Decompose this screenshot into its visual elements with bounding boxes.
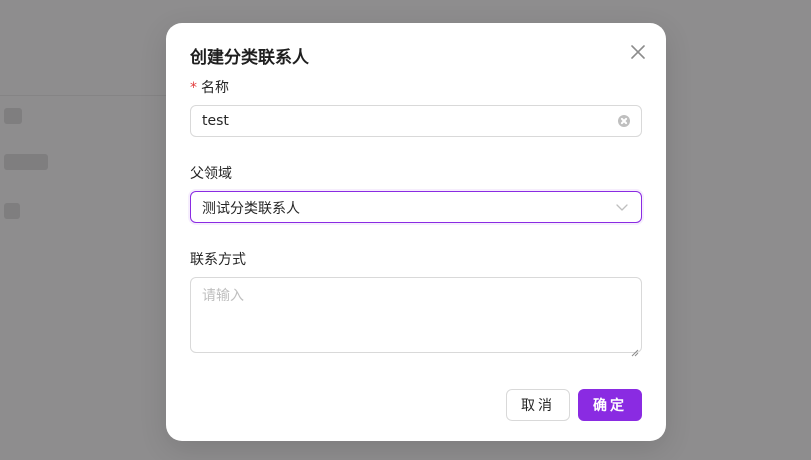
confirm-button[interactable]: 确定 bbox=[578, 389, 642, 421]
clear-circle-icon[interactable] bbox=[618, 115, 630, 127]
resize-handle-icon[interactable] bbox=[631, 342, 639, 357]
chevron-down-icon bbox=[615, 199, 629, 213]
close-icon[interactable] bbox=[628, 42, 648, 62]
background-element bbox=[4, 108, 22, 124]
contact-method-wrapper bbox=[190, 277, 642, 357]
dialog-title: 创建分类联系人 bbox=[190, 48, 309, 68]
name-input[interactable] bbox=[202, 106, 602, 136]
name-label-text: 名称 bbox=[201, 80, 229, 96]
cancel-button[interactable]: 取消 bbox=[506, 389, 570, 421]
parent-domain-select[interactable]: 测试分类联系人 bbox=[190, 191, 642, 223]
background-divider bbox=[0, 95, 166, 96]
parent-domain-selected-value: 测试分类联系人 bbox=[202, 201, 300, 217]
contact-method-label: 联系方式 bbox=[190, 252, 246, 268]
background-element bbox=[4, 154, 48, 170]
background-element bbox=[4, 203, 20, 219]
required-mark: * bbox=[190, 80, 197, 96]
name-input-wrapper bbox=[190, 105, 642, 137]
contact-method-textarea[interactable] bbox=[191, 278, 641, 352]
name-label: * 名称 bbox=[190, 77, 229, 97]
create-category-contact-dialog: 创建分类联系人 *名称 父领域 测试分类联系人 联系方式 取消 确定 bbox=[166, 23, 666, 441]
parent-domain-label: 父领域 bbox=[190, 166, 232, 182]
